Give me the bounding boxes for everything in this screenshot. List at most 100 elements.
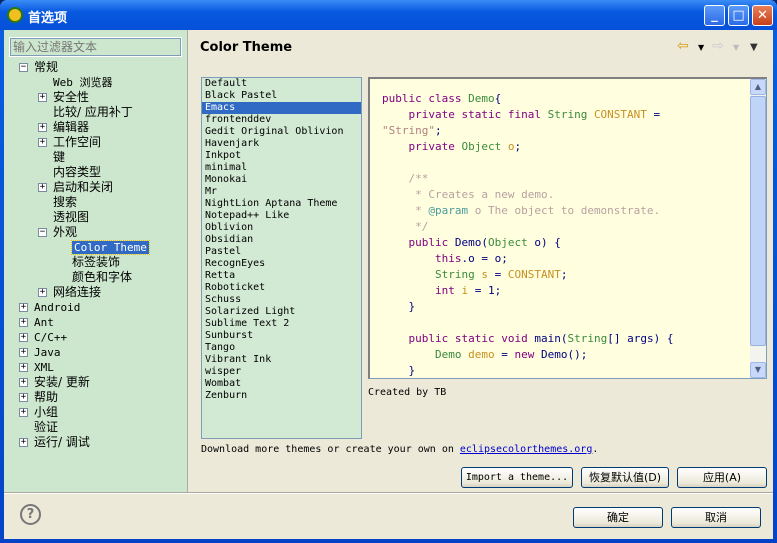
expand-icon[interactable]: + bbox=[38, 288, 47, 297]
tree-item[interactable]: 键 bbox=[53, 150, 65, 165]
expand-icon[interactable]: + bbox=[38, 138, 47, 147]
expand-icon[interactable]: + bbox=[19, 408, 28, 417]
tree-item[interactable]: 帮助 bbox=[34, 390, 58, 405]
scroll-down-icon[interactable]: ▼ bbox=[750, 362, 766, 378]
theme-item[interactable]: Default bbox=[202, 78, 361, 90]
tree-item[interactable]: Android bbox=[34, 300, 80, 315]
theme-item[interactable]: minimal bbox=[202, 162, 361, 174]
theme-item[interactable]: Solarized Light bbox=[202, 306, 361, 318]
divider bbox=[4, 492, 773, 494]
tree-item[interactable]: Color Theme bbox=[71, 240, 150, 255]
tree-item-label: 运行/ 调试 bbox=[34, 435, 90, 449]
apply-button[interactable]: 应用(A) bbox=[677, 467, 767, 488]
title-bar[interactable]: 首选项 _ □ ✕ bbox=[0, 0, 777, 30]
expand-icon[interactable]: + bbox=[38, 93, 47, 102]
theme-item[interactable]: Oblivion bbox=[202, 222, 361, 234]
tree-item[interactable]: 验证 bbox=[34, 420, 58, 435]
tree-item[interactable]: 网络连接 bbox=[53, 285, 101, 300]
theme-item[interactable]: Black Pastel bbox=[202, 90, 361, 102]
theme-item[interactable]: Havenjark bbox=[202, 138, 361, 150]
tree-item[interactable]: 编辑器 bbox=[53, 120, 89, 135]
code-token: } bbox=[382, 300, 416, 313]
theme-item[interactable]: Inkpot bbox=[202, 150, 361, 162]
expand-icon[interactable]: + bbox=[19, 348, 28, 357]
theme-item[interactable]: Emacs bbox=[202, 102, 361, 114]
scroll-up-icon[interactable]: ▲ bbox=[750, 79, 766, 95]
minimize-button[interactable]: _ bbox=[704, 5, 725, 26]
tree-item[interactable]: C/C++ bbox=[34, 330, 67, 345]
theme-item[interactable]: NightLion Aptana Theme bbox=[202, 198, 361, 210]
tree-item[interactable]: Web 浏览器 bbox=[53, 75, 113, 90]
tree-item[interactable]: Java bbox=[34, 345, 61, 360]
theme-item[interactable]: Roboticket bbox=[202, 282, 361, 294]
tree-item[interactable]: 小组 bbox=[34, 405, 58, 420]
tree-item[interactable]: 启动和关闭 bbox=[53, 180, 113, 195]
theme-item[interactable]: RecognEyes bbox=[202, 258, 361, 270]
collapse-icon[interactable]: − bbox=[19, 63, 28, 72]
tree-item[interactable]: 工作空间 bbox=[53, 135, 101, 150]
theme-item[interactable]: frontenddev bbox=[202, 114, 361, 126]
theme-item[interactable]: Notepad++ Like bbox=[202, 210, 361, 222]
tree-item[interactable]: 安装/ 更新 bbox=[34, 375, 90, 390]
theme-item[interactable]: Monokai bbox=[202, 174, 361, 186]
tree-item[interactable]: 常规 bbox=[34, 60, 58, 75]
tree-item[interactable]: 运行/ 调试 bbox=[34, 435, 90, 450]
tree-item-label: 搜索 bbox=[53, 195, 78, 209]
expand-icon[interactable]: + bbox=[19, 378, 28, 387]
back-dropdown-icon[interactable]: ▼ bbox=[698, 43, 704, 52]
expand-icon[interactable]: + bbox=[19, 303, 28, 312]
scroll-thumb[interactable] bbox=[750, 96, 766, 346]
maximize-button[interactable]: □ bbox=[728, 5, 749, 26]
help-icon[interactable]: ? bbox=[20, 504, 41, 525]
back-arrow-icon[interactable]: ⇦ bbox=[677, 38, 689, 54]
expand-icon[interactable]: + bbox=[38, 183, 47, 192]
code-line: private Object o; bbox=[382, 139, 673, 155]
tree-item[interactable]: 比较/ 应用补丁 bbox=[53, 105, 133, 120]
expand-icon[interactable]: + bbox=[38, 123, 47, 132]
cancel-button[interactable]: 取消 bbox=[671, 507, 761, 528]
theme-item[interactable]: Schuss bbox=[202, 294, 361, 306]
theme-item[interactable]: Vibrant Ink bbox=[202, 354, 361, 366]
filter-input[interactable] bbox=[9, 37, 182, 57]
tree-item[interactable]: 透视图 bbox=[53, 210, 89, 225]
theme-item[interactable]: Tango bbox=[202, 342, 361, 354]
ok-button[interactable]: 确定 bbox=[573, 507, 663, 528]
tree-item[interactable]: XML bbox=[34, 360, 54, 375]
theme-list[interactable]: Default Black Pastel Emacs frontenddev Gedit… bbox=[201, 77, 362, 439]
tree-item[interactable]: 颜色和字体 bbox=[72, 270, 132, 285]
theme-item[interactable]: Mr bbox=[202, 186, 361, 198]
theme-item[interactable]: Retta bbox=[202, 270, 361, 282]
view-menu-icon[interactable]: ▼ bbox=[750, 42, 758, 53]
eclipsecolorthemes-link[interactable]: eclipsecolorthemes.org bbox=[460, 444, 592, 455]
dialog-client: −常规Web 浏览器+安全性比较/ 应用补丁+编辑器+工作空间键内容类型+启动和… bbox=[4, 30, 773, 539]
tree-item[interactable]: 外观 bbox=[53, 225, 77, 240]
expand-icon[interactable]: + bbox=[19, 363, 28, 372]
expand-icon[interactable]: + bbox=[19, 333, 28, 342]
theme-item[interactable]: Pastel bbox=[202, 246, 361, 258]
tree-item[interactable]: 搜索 bbox=[53, 195, 77, 210]
theme-item[interactable]: Gedit Original Oblivion bbox=[202, 126, 361, 138]
import-theme-button[interactable]: Import a theme... bbox=[461, 467, 573, 488]
tree-item[interactable]: 标签装饰 bbox=[72, 255, 120, 270]
tree-item[interactable]: 安全性 bbox=[53, 90, 89, 105]
expand-icon[interactable]: + bbox=[19, 393, 28, 402]
collapse-icon[interactable]: − bbox=[38, 228, 47, 237]
theme-item[interactable]: Sunburst bbox=[202, 330, 361, 342]
tree-item[interactable]: Ant bbox=[34, 315, 54, 330]
tree-item[interactable]: 内容类型 bbox=[53, 165, 101, 180]
close-button[interactable]: ✕ bbox=[752, 5, 773, 26]
theme-item[interactable]: wisper bbox=[202, 366, 361, 378]
theme-item[interactable]: Wombat bbox=[202, 378, 361, 390]
theme-item[interactable]: Obsidian bbox=[202, 234, 361, 246]
expand-icon[interactable]: + bbox=[19, 318, 28, 327]
forward-arrow-icon[interactable]: ⇨ bbox=[712, 38, 724, 54]
expand-icon[interactable]: + bbox=[19, 438, 28, 447]
theme-item[interactable]: Zenburn bbox=[202, 390, 361, 402]
forward-dropdown-icon[interactable]: ▼ bbox=[733, 43, 739, 52]
theme-item[interactable]: Sublime Text 2 bbox=[202, 318, 361, 330]
preview-scrollbar[interactable]: ▲ ▼ bbox=[750, 79, 766, 378]
restore-defaults-button[interactable]: 恢复默认值(D) bbox=[581, 467, 669, 488]
tree-item-label: Java bbox=[34, 346, 61, 359]
tree-item-label: Color Theme bbox=[71, 240, 150, 255]
